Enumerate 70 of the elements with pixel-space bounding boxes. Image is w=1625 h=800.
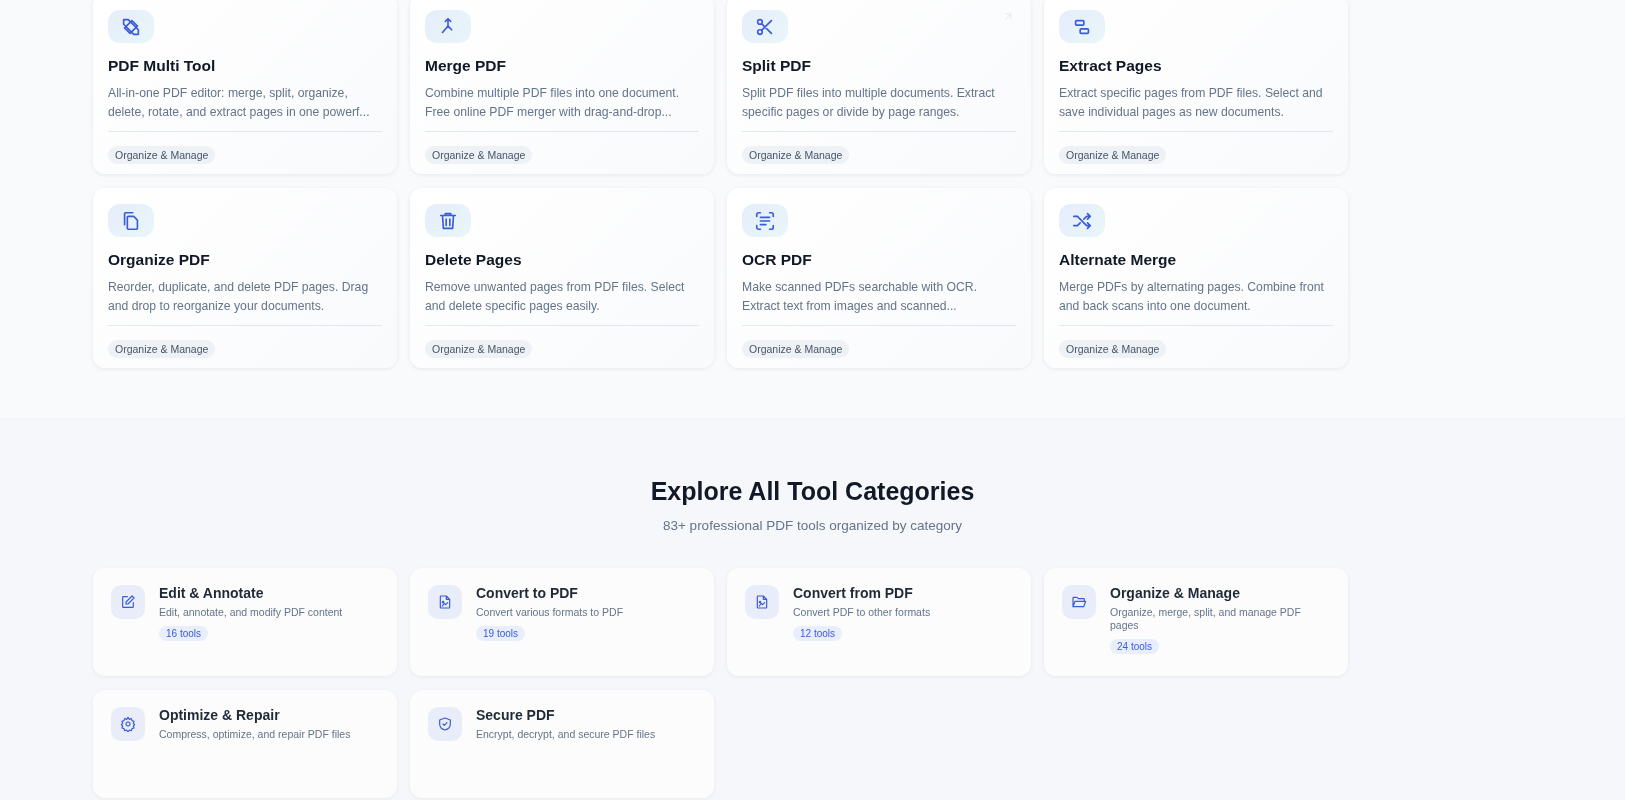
category-card[interactable]: Convert to PDF Convert various formats to PDF 19 tools: [410, 568, 714, 676]
category-description: Edit, annotate, and modify PDF content: [159, 606, 343, 619]
category-description: Encrypt, decrypt, and secure PDF files: [476, 728, 656, 741]
tool-card[interactable]: Split PDF Split PDF files into multiple documents. Extract specific pages or divide by page ranges. Organize & Manage: [727, 0, 1031, 174]
tool-count: 24 tools: [1110, 639, 1160, 654]
tool-description: Reorder, duplicate, and delete PDF pages. Drag and drop to reorganize your documents.: [108, 279, 370, 315]
category-title: Edit & Annotate: [159, 585, 265, 601]
category-tag: Organize & Manage: [1059, 340, 1167, 358]
tool-description: All-in-one PDF editor: merge, split, organize, delete, rotate, and extract pages in one powerf...: [108, 85, 371, 121]
category-title: Convert from PDF: [793, 585, 914, 601]
tool-title: Split PDF: [742, 57, 812, 75]
scissors-icon: [742, 10, 788, 43]
tool-description: Split PDF files into multiple documents. Extract specific pages or divide by page ranges.: [742, 85, 996, 121]
merge-icon: [425, 10, 471, 43]
folder-icon: [1062, 585, 1096, 619]
tool-card[interactable]: Delete Pages Remove unwanted pages from PDF files. Select and delete specific pages easily. Organize & Manage: [410, 188, 714, 368]
category-title: Organize & Manage: [1110, 585, 1241, 601]
category-description: Organize, merge, split, and manage PDF pages: [1110, 606, 1302, 632]
category-title: Secure PDF: [476, 707, 556, 723]
tool-description: Remove unwanted pages from PDF files. Select and delete specific pages easily.: [425, 279, 686, 315]
category-card[interactable]: Edit & Annotate Edit, annotate, and modify PDF content 16 tools: [93, 568, 397, 676]
shuffle-icon: [1059, 204, 1105, 237]
gear-icon: [111, 707, 145, 741]
tool-count: 12 tools: [793, 626, 843, 641]
tool-description: Combine multiple PDF files into one document. Free online PDF merger with drag-and-drop...: [425, 85, 681, 121]
section-subtitle: 83+ professional PDF tools organized by category: [661, 518, 963, 533]
category-description: Convert PDF to other formats: [793, 606, 931, 619]
tool-title: Extract Pages: [1059, 57, 1163, 75]
category-tag: Organize & Manage: [108, 340, 216, 358]
category-description: Compress, optimize, and repair PDF files: [159, 728, 351, 741]
pencil-ruler-icon: [108, 10, 154, 43]
category-card[interactable]: Organize & Manage Organize, merge, split, and manage PDF pages 24 tools: [1044, 568, 1348, 676]
tool-description: Extract specific pages from PDF files. Select and save individual pages as new documents.: [1059, 85, 1324, 121]
tool-description: Make scanned PDFs searchable with OCR. Extract text from images and scanned...: [742, 279, 979, 315]
scan-text-icon: [742, 204, 788, 237]
tool-count: 19 tools: [476, 626, 526, 641]
copy-icon: [108, 204, 154, 237]
tool-title: Merge PDF: [425, 57, 507, 75]
category-tag: Organize & Manage: [425, 340, 533, 358]
tool-card[interactable]: Alternate Merge Merge PDFs by alternating pages. Combine front and back scans into one document. Organize & Manage: [1044, 188, 1348, 368]
tool-title: Alternate Merge: [1059, 251, 1178, 269]
category-card[interactable]: Secure PDF Encrypt, decrypt, and secure PDF files: [410, 690, 714, 798]
shield-check-icon: [428, 707, 462, 741]
tool-count: 16 tools: [159, 626, 209, 641]
tool-title: Delete Pages: [425, 251, 523, 269]
tool-card[interactable]: OCR PDF Make scanned PDFs searchable with OCR. Extract text from images and scanned... Organize & Manage: [727, 188, 1031, 368]
tool-card[interactable]: Merge PDF Combine multiple PDF files into one document. Free online PDF merger with drag-and-drop... Organize & Manage: [410, 0, 714, 174]
rectangles-icon: [1059, 10, 1105, 43]
trash-icon: [425, 204, 471, 237]
tool-title: OCR PDF: [742, 251, 813, 269]
file-image-icon: [745, 585, 779, 619]
category-tag: Organize & Manage: [425, 146, 533, 164]
category-tag: Organize & Manage: [108, 146, 216, 164]
category-tag: Organize & Manage: [1059, 146, 1167, 164]
category-card[interactable]: Convert from PDF Convert PDF to other formats 12 tools: [727, 568, 1031, 676]
edit-icon: [111, 585, 145, 619]
tool-card[interactable]: Organize PDF Reorder, duplicate, and delete PDF pages. Drag and drop to reorganize your documents. Organize & Manage: [93, 188, 397, 368]
file-image-icon: [428, 585, 462, 619]
tool-description: Merge PDFs by alternating pages. Combine front and back scans into one document.: [1059, 279, 1325, 315]
category-title: Optimize & Repair: [159, 707, 281, 723]
tool-card[interactable]: Extract Pages Extract specific pages from PDF files. Select and save individual pages as new documents. Organize & Manage: [1044, 0, 1348, 174]
tool-card[interactable]: PDF Multi Tool All-in-one PDF editor: merge, split, organize, delete, rotate, and extract pages in one powerf... Organize & Manage: [93, 0, 397, 174]
tool-title: PDF Multi Tool: [108, 57, 217, 75]
category-tag: Organize & Manage: [742, 146, 850, 164]
category-tag: Organize & Manage: [742, 340, 850, 358]
section-heading: Explore All Tool Categories: [649, 477, 976, 506]
category-card[interactable]: Optimize & Repair Compress, optimize, and repair PDF files: [93, 690, 397, 798]
category-description: Convert various formats to PDF: [476, 606, 624, 619]
category-title: Convert to PDF: [476, 585, 579, 601]
tool-title: Organize PDF: [108, 251, 211, 269]
